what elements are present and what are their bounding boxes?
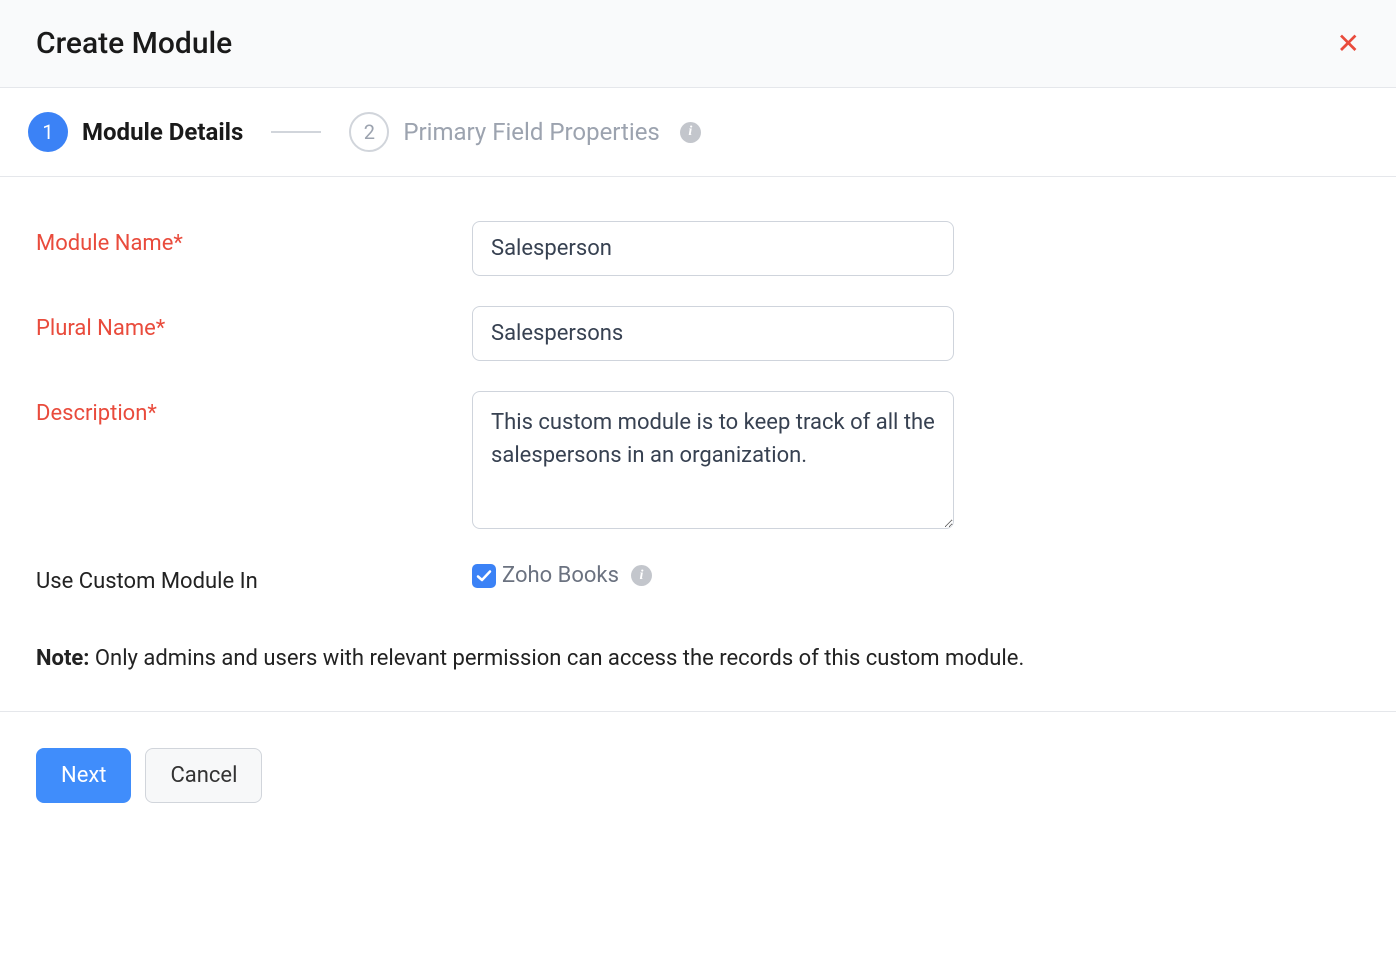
input-module-name[interactable] <box>472 221 954 276</box>
input-description[interactable]: This custom module is to keep track of a… <box>472 391 954 529</box>
next-button[interactable]: Next <box>36 748 131 803</box>
info-icon[interactable]: i <box>631 565 652 586</box>
step-number-1: 1 <box>28 112 68 152</box>
checkbox-zoho-books-wrap: Zoho Books i <box>472 559 652 588</box>
checkbox-label-zoho-books: Zoho Books <box>502 563 619 588</box>
row-plural-name: Plural Name* <box>36 306 1360 361</box>
row-description: Description* This custom module is to ke… <box>36 391 1360 529</box>
note-text: Note: Only admins and users with relevan… <box>36 646 1360 671</box>
input-plural-name[interactable] <box>472 306 954 361</box>
label-plural-name: Plural Name* <box>36 306 472 341</box>
dialog-footer: Next Cancel <box>0 711 1396 839</box>
checkbox-zoho-books[interactable] <box>472 564 496 588</box>
step-module-details[interactable]: 1 Module Details <box>28 112 243 152</box>
note-body: Only admins and users with relevant perm… <box>89 646 1024 671</box>
label-module-name: Module Name* <box>36 221 472 256</box>
note-prefix: Note: <box>36 646 89 671</box>
step-label-1: Module Details <box>82 118 243 146</box>
close-icon[interactable]: ✕ <box>1337 30 1360 58</box>
check-icon <box>476 568 492 584</box>
info-icon[interactable]: i <box>680 122 701 143</box>
page-title: Create Module <box>36 26 232 61</box>
step-number-2: 2 <box>349 112 389 152</box>
cancel-button[interactable]: Cancel <box>145 748 262 803</box>
row-module-name: Module Name* <box>36 221 1360 276</box>
dialog-header: Create Module ✕ <box>0 0 1396 88</box>
step-connector <box>271 131 321 133</box>
step-primary-field-properties[interactable]: 2 Primary Field Properties i <box>349 112 700 152</box>
form-area: Module Name* Plural Name* Description* T… <box>0 177 1396 711</box>
label-use-custom-module-in: Use Custom Module In <box>36 559 472 594</box>
step-label-2: Primary Field Properties <box>403 118 659 146</box>
label-description: Description* <box>36 391 472 426</box>
wizard-stepper: 1 Module Details 2 Primary Field Propert… <box>0 88 1396 177</box>
row-use-custom-module-in: Use Custom Module In Zoho Books i <box>36 559 1360 594</box>
